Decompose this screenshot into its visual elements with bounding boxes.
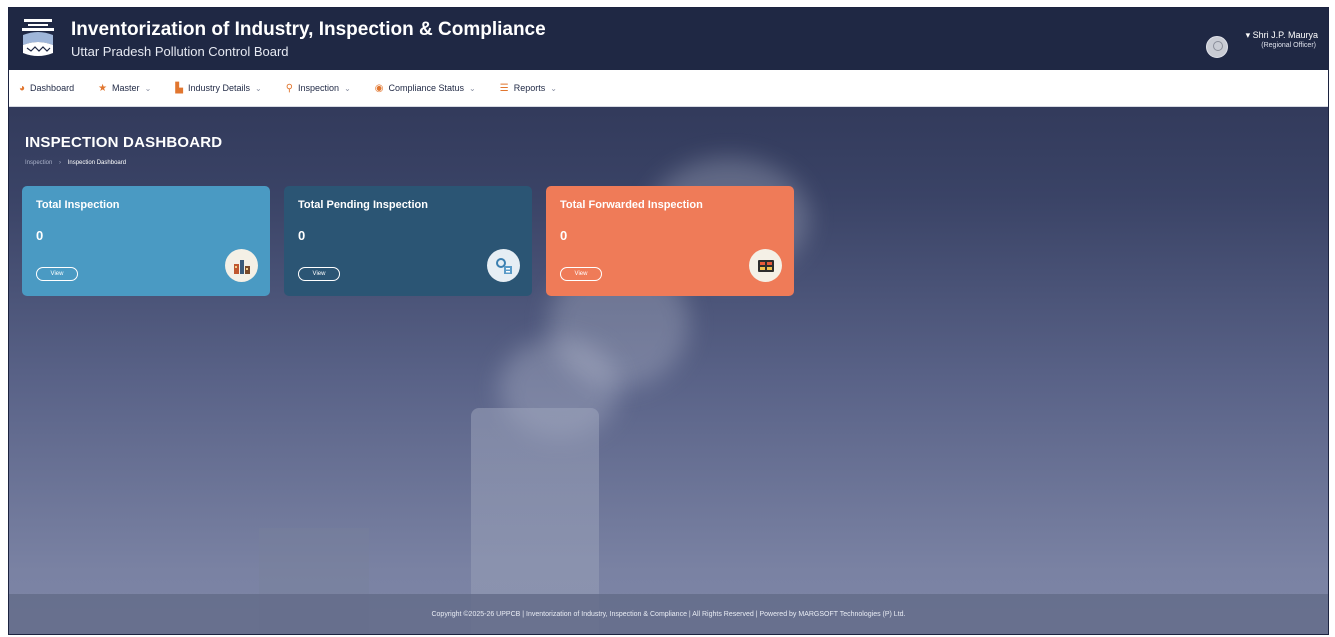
nav-label: Master: [112, 83, 140, 93]
card-total-forwarded-inspection: Total Forwarded Inspection 0 View: [546, 186, 794, 296]
list-icon: ☰: [499, 82, 509, 94]
card-value: 0: [36, 228, 44, 243]
eye-icon: ◉: [374, 82, 384, 94]
nav-compliance-status[interactable]: ◉ Compliance Status ⌄: [375, 83, 476, 94]
pending-icon: [487, 249, 520, 282]
search-icon: ⚲: [285, 82, 294, 94]
view-button[interactable]: View: [36, 267, 78, 281]
breadcrumb-link[interactable]: Inspection: [25, 160, 52, 166]
view-button[interactable]: View: [560, 267, 602, 281]
nav-dashboard[interactable]: ◕ Dashboard: [19, 83, 74, 94]
nav-industry-details[interactable]: ▙ Industry Details ⌄: [175, 83, 261, 94]
nav-master[interactable]: ★ Master ⌄: [98, 83, 151, 94]
card-total-pending-inspection: Total Pending Inspection 0 View: [284, 186, 532, 296]
main-nav: ◕ Dashboard ★ Master ⌄ ▙ Industry Detail…: [9, 70, 1328, 107]
breadcrumb: Inspection › Inspection Dashboard: [25, 160, 126, 166]
nav-inspection[interactable]: ⚲ Inspection ⌄: [286, 83, 351, 94]
breadcrumb-current: Inspection Dashboard: [67, 160, 127, 166]
card-value: 0: [298, 228, 306, 243]
chevron-down-icon: ⌄: [344, 83, 351, 93]
user-avatar[interactable]: [1206, 36, 1228, 58]
star-icon: ★: [98, 82, 108, 94]
nav-label: Compliance Status: [388, 83, 465, 93]
card-total-inspection: Total Inspection 0 View: [22, 186, 270, 296]
card-title: Total Forwarded Inspection: [560, 199, 703, 211]
chevron-down-icon: ⌄: [469, 83, 476, 93]
nav-label: Reports: [513, 83, 546, 93]
view-button[interactable]: View: [298, 267, 340, 281]
app-title: Inventorization of Industry, Inspection …: [71, 19, 546, 40]
factory-icon: [225, 249, 258, 282]
dashboard-icon: ◕: [19, 82, 26, 94]
nav-label: Dashboard: [30, 83, 75, 93]
factory-icon: ▙: [175, 82, 183, 94]
chevron-down-icon: ⌄: [255, 83, 262, 93]
chevron-down-icon: ⌄: [550, 83, 557, 93]
app-subtitle: Uttar Pradesh Pollution Control Board: [71, 44, 289, 59]
nav-label: Inspection: [298, 83, 340, 93]
forward-icon: [749, 249, 782, 282]
card-title: Total Pending Inspection: [298, 199, 428, 211]
user-role: (Regional Officer): [1261, 42, 1316, 49]
breadcrumb-separator: ›: [59, 160, 62, 166]
card-value: 0: [560, 228, 568, 243]
app-header: Inventorization of Industry, Inspection …: [9, 8, 1328, 70]
chevron-down-icon: ⌄: [144, 83, 152, 93]
user-name[interactable]: ▾ Shri J.P. Maurya: [1246, 30, 1318, 41]
app-frame: Inventorization of Industry, Inspection …: [8, 7, 1329, 635]
uppcb-logo: [22, 19, 54, 56]
user-name-text: Shri J.P. Maurya: [1252, 30, 1318, 40]
page-footer: Copyright ©2025-26 UPPCB | Inventorizati…: [9, 594, 1328, 634]
nav-label: Industry Details: [187, 83, 250, 93]
page-title: INSPECTION DASHBOARD: [25, 134, 223, 151]
card-title: Total Inspection: [36, 199, 120, 211]
nav-reports[interactable]: ☰ Reports ⌄: [500, 83, 557, 94]
